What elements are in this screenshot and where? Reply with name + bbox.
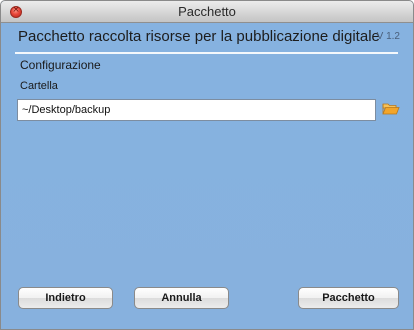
page-title: Pacchetto raccolta risorse per la pubbli… bbox=[18, 28, 380, 45]
section-heading: Configurazione bbox=[20, 58, 101, 72]
window-title: Pacchetto bbox=[178, 4, 236, 19]
folder-field-label: Cartella bbox=[20, 80, 58, 92]
title-bar[interactable]: × Pacchetto bbox=[1, 1, 413, 23]
dialog-window: × Pacchetto Pacchetto raccolta risorse p… bbox=[0, 0, 414, 330]
folder-open-icon bbox=[382, 103, 400, 115]
cancel-button[interactable]: Annulla bbox=[134, 287, 229, 309]
version-label: V 1.2 bbox=[376, 31, 400, 42]
package-button[interactable]: Pacchetto bbox=[298, 287, 399, 309]
header-divider bbox=[15, 52, 398, 54]
back-button[interactable]: Indietro bbox=[18, 287, 113, 309]
browse-folder-button[interactable] bbox=[382, 101, 400, 117]
folder-path-input[interactable] bbox=[17, 99, 376, 121]
dialog-content: Pacchetto raccolta risorse per la pubbli… bbox=[1, 23, 413, 329]
